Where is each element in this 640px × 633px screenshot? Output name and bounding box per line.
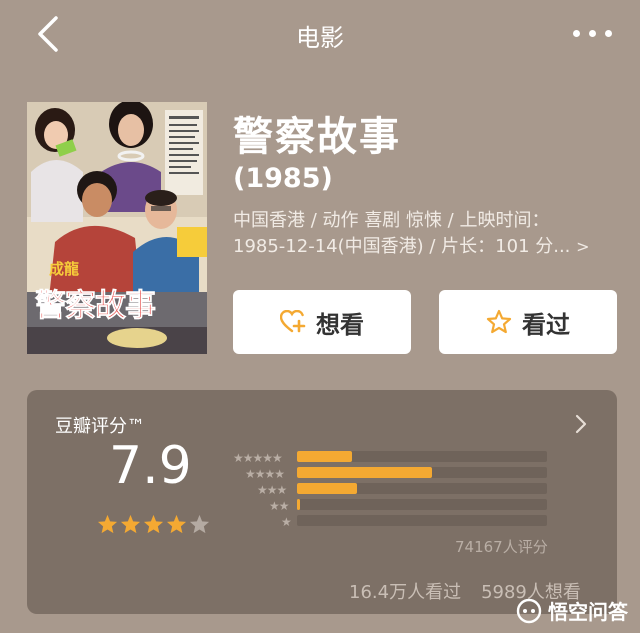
rating-bar-track [297,483,547,494]
rating-bar-track [297,451,547,462]
rating-stars [97,514,210,534]
seen-button[interactable]: 看过 [439,290,617,354]
meta-line-1: 中国香港 / 动作 喜剧 惊悚 / 上映时间： [233,210,550,231]
rating-bar-stars: ★★★★★ [233,451,283,465]
rating-count: 74167人评分 [455,538,548,556]
poster-caption-top: 成龍 [49,260,79,278]
rating-star-icon [120,514,141,534]
top-bar: 电影 [0,0,640,70]
rating-bar-stars: ★ [281,515,292,529]
movie-year: (1985) [233,163,333,194]
meta-line-2: 1985-12-14(中国香港) / 片长：101 分... > [233,234,603,260]
movie-poster[interactable]: 成龍 警察故事 [27,102,207,354]
rating-bar-fill [297,451,352,462]
rating-bar-fill [297,467,432,478]
rating-bar-stars: ★★★★ [245,467,285,481]
rating-star-icon [143,514,164,534]
seen-label: 看过 [522,310,570,339]
movie-meta[interactable]: 中国香港 / 动作 喜剧 惊悚 / 上映时间： 1985-12-14(中国香港)… [233,208,603,260]
rating-bar-track [297,499,547,510]
rating-star-icon [189,514,210,534]
heart-plus-icon [280,310,306,333]
meta-line-2-text: 1985-12-14(中国香港) / 片长：101 分... [233,236,571,257]
rating-bar-stars: ★★ [269,499,289,513]
seen-count: 16.4万人看过 [349,582,462,603]
rating-star-icon [97,514,118,534]
star-outline-icon [486,309,512,334]
poster-caption-main: 警察故事 [35,288,156,324]
want-to-watch-label: 想看 [316,310,364,339]
rating-star-icon [166,514,187,534]
chevron-right-icon[interactable] [575,414,587,434]
page-title: 电影 [296,24,344,52]
rating-bar-stars: ★★★ [257,483,287,497]
movie-title: 警察故事 [233,114,401,160]
more-dots-icon[interactable] [573,30,612,37]
rating-bar-track [297,467,547,478]
want-to-watch-button[interactable]: 想看 [233,290,411,354]
watermark-text: 悟空问答 [548,600,628,624]
wukong-watermark: 悟空问答 [516,596,628,625]
rating-bar-track [297,515,547,526]
wukong-logo-icon [516,598,542,623]
rating-bar-fill [297,483,357,494]
rating-bar-fill [297,499,300,510]
rating-score: 7.9 [109,436,192,496]
rating-card[interactable]: 豆瓣评分™ 7.9 ★★★★★ ★★★★ ★★★ ★★ ★ 74167人评分 16.4万… [27,390,617,614]
chevron-right-icon: > [576,237,590,256]
rating-label: 豆瓣评分™ [55,416,145,437]
